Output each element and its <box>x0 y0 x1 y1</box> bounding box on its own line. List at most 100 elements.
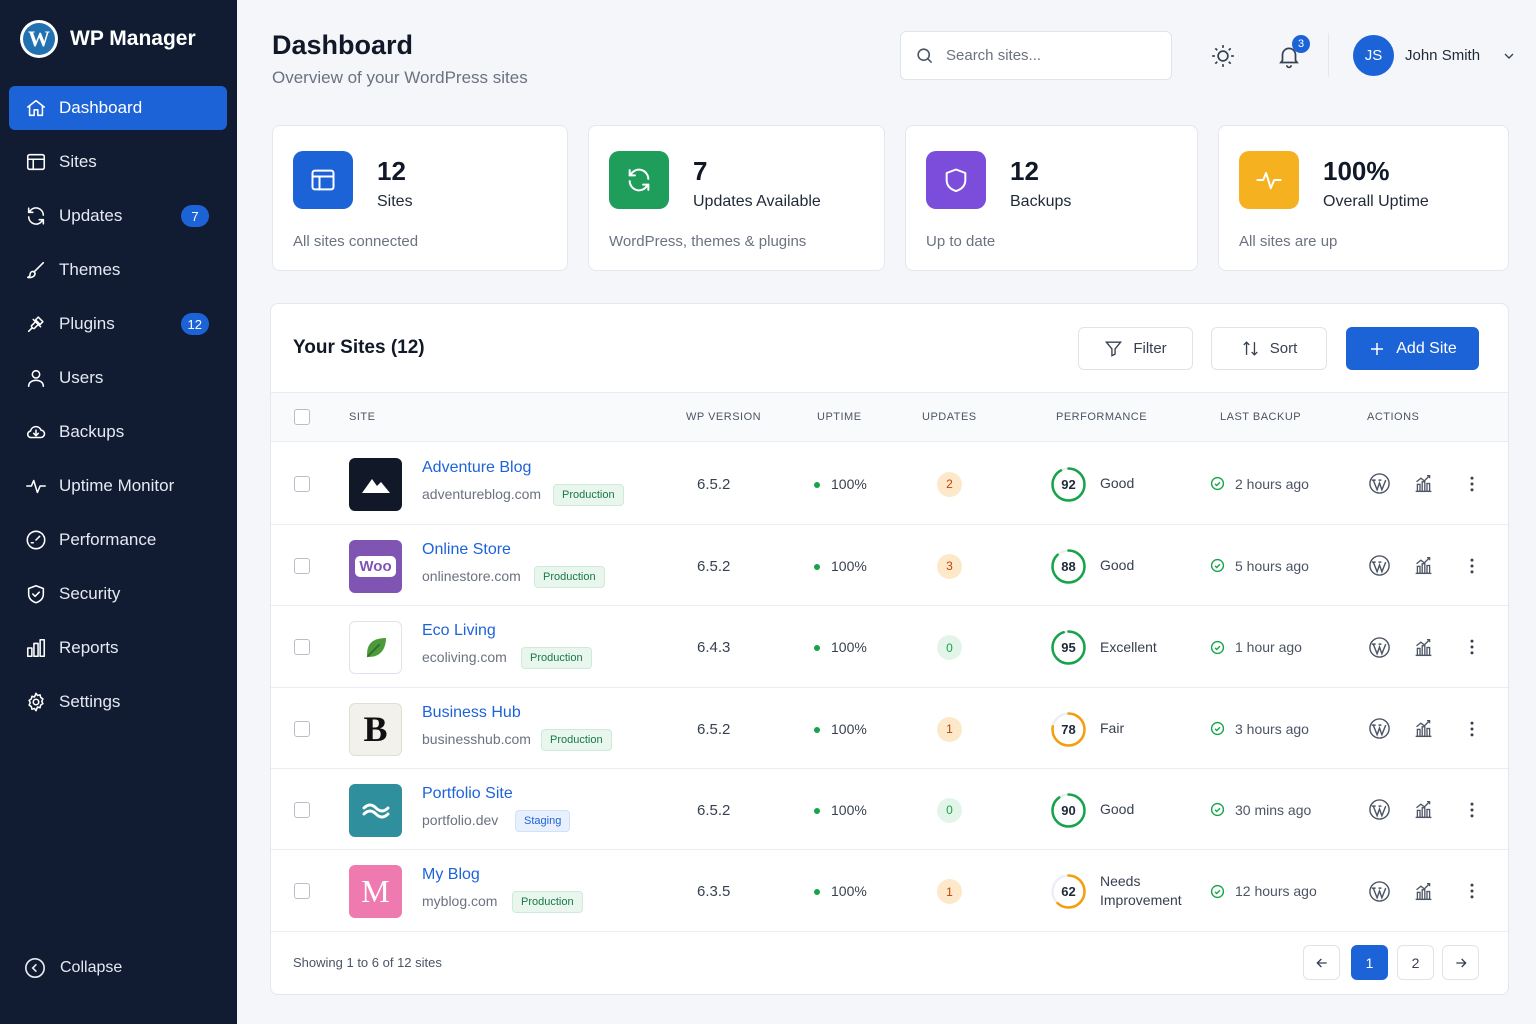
sidebar-item-users[interactable]: Users <box>9 356 227 400</box>
site-stats-button[interactable] <box>1411 472 1435 496</box>
stat-value: 12 <box>1010 156 1039 186</box>
sidebar-item-reports[interactable]: Reports <box>9 626 227 670</box>
last-backup: 12 hours ago <box>1210 883 1317 899</box>
site-stats-button[interactable] <box>1411 635 1435 659</box>
stat-value: 100% <box>1323 156 1390 186</box>
more-options-button[interactable] <box>1460 472 1484 496</box>
sort-button[interactable]: Sort <box>1211 327 1327 370</box>
score-value: 78 <box>1061 721 1076 737</box>
filter-label: Filter <box>1133 340 1167 357</box>
status-dot <box>814 563 820 570</box>
wp-version: 6.5.2 <box>697 475 731 493</box>
performance-rating-wrap: Good <box>1100 556 1134 575</box>
wordpress-icon <box>1368 880 1390 902</box>
gauge-icon <box>26 530 46 550</box>
updates-count-badge[interactable]: 3 <box>937 553 962 579</box>
wp-version: 6.5.2 <box>697 720 731 738</box>
site-name-link[interactable]: Online Store <box>422 541 511 559</box>
collapse-button[interactable]: Collapse <box>24 957 122 979</box>
site-name-link[interactable]: My Blog <box>422 866 480 884</box>
performance-score: 90 <box>1050 792 1087 829</box>
page-button-1[interactable]: 1 <box>1351 945 1388 980</box>
sites-panel-title: Your Sites (12) <box>293 337 425 358</box>
wp-admin-button[interactable] <box>1367 717 1391 741</box>
uptime-text: 100% <box>831 801 867 818</box>
performance-rating-wrap: Good <box>1100 474 1134 493</box>
select-all-checkbox[interactable] <box>294 409 310 425</box>
sidebar-item-sites[interactable]: Sites <box>9 140 227 184</box>
site-stats-button[interactable] <box>1411 717 1435 741</box>
column-header-uptime: UPTIME <box>817 411 862 423</box>
site-name-link[interactable]: Adventure Blog <box>422 459 531 477</box>
page-button-2[interactable]: 2 <box>1397 945 1434 980</box>
search-input[interactable] <box>946 47 1146 64</box>
more-options-button[interactable] <box>1460 554 1484 578</box>
table-row[interactable]: Portfolio Site portfolio.dev Staging 6.5… <box>271 769 1508 850</box>
site-stats-button[interactable] <box>1411 554 1435 578</box>
stat-card-updates-available[interactable]: 7 Updates Available WordPress, themes & … <box>588 125 885 271</box>
updates-count-badge[interactable]: 0 <box>937 635 962 660</box>
theme-toggle-button[interactable] <box>1208 41 1238 71</box>
updates-count-badge[interactable]: 0 <box>937 797 962 823</box>
performance-rating-line: Needs <box>1100 873 1141 889</box>
stat-card-overall-uptime[interactable]: 100% Overall Uptime All sites are up <box>1218 125 1509 271</box>
wp-admin-button[interactable] <box>1367 798 1391 822</box>
updates-count-badge[interactable]: 1 <box>937 716 962 742</box>
add-site-button[interactable]: Add Site <box>1346 327 1479 370</box>
wordpress-logo-icon: W <box>20 20 58 58</box>
wp-version: 6.5.2 <box>697 557 731 575</box>
wp-admin-button[interactable] <box>1367 554 1391 578</box>
site-stats-button[interactable] <box>1411 798 1435 822</box>
table-row[interactable]: Eco Living ecoliving.com Production 6.4.… <box>271 606 1508 688</box>
uptime-value: 100% <box>814 721 867 737</box>
table-row[interactable]: Woo Online Store onlinestore.com Product… <box>271 525 1508 606</box>
site-name-link[interactable]: Eco Living <box>422 622 496 640</box>
sidebar-item-backups[interactable]: Backups <box>9 410 227 454</box>
more-options-button[interactable] <box>1460 879 1484 903</box>
more-options-button[interactable] <box>1460 635 1484 659</box>
brand[interactable]: W WP Manager <box>20 20 196 58</box>
wp-admin-button[interactable] <box>1367 472 1391 496</box>
search-box[interactable] <box>900 31 1172 80</box>
status-dot <box>814 889 820 896</box>
sidebar-item-performance[interactable]: Performance <box>9 518 227 562</box>
table-row[interactable]: B Business Hub businesshub.com Productio… <box>271 688 1508 769</box>
wp-admin-button[interactable] <box>1367 879 1391 903</box>
sidebar-item-settings[interactable]: Settings <box>9 680 227 724</box>
user-menu[interactable]: JS John Smith <box>1353 35 1517 76</box>
sidebar-icon-wrap <box>25 151 47 173</box>
site-name-link[interactable]: Business Hub <box>422 704 521 722</box>
filter-button[interactable]: Filter <box>1078 327 1193 370</box>
sidebar-icon-wrap <box>25 475 47 497</box>
more-options-button[interactable] <box>1460 717 1484 741</box>
site-stats-button[interactable] <box>1411 879 1435 903</box>
site-name-link[interactable]: Portfolio Site <box>422 785 513 803</box>
table-row[interactable]: M My Blog myblog.com Production 6.3.5 10… <box>271 850 1508 932</box>
sidebar-badge-plugins: 12 <box>180 313 209 335</box>
next-page-button[interactable] <box>1442 945 1479 980</box>
updates-count-badge[interactable]: 2 <box>937 471 962 497</box>
last-backup: 30 mins ago <box>1210 802 1311 818</box>
table-row[interactable]: Adventure Blog adventureblog.com Product… <box>271 442 1508 525</box>
sidebar-item-dashboard[interactable]: Dashboard <box>9 86 227 130</box>
column-header-wp-version: WP VERSION <box>686 411 762 423</box>
check-circle-icon <box>1210 640 1225 654</box>
sidebar-item-updates[interactable]: Updates 7 <box>9 194 227 238</box>
last-backup: 2 hours ago <box>1210 476 1309 492</box>
stat-card-sites[interactable]: 12 Sites All sites connected <box>272 125 568 271</box>
stat-card-backups[interactable]: 12 Backups Up to date <box>905 125 1198 271</box>
notifications-button[interactable]: 3 <box>1274 35 1310 71</box>
prev-page-button[interactable] <box>1303 945 1340 980</box>
site-url: ecoliving.com <box>422 649 507 665</box>
last-backup-text: 30 mins ago <box>1235 801 1312 818</box>
site-url: portfolio.dev <box>422 811 499 828</box>
updates-count-badge[interactable]: 1 <box>937 879 962 904</box>
more-options-button[interactable] <box>1460 798 1484 822</box>
sidebar-item-themes[interactable]: Themes <box>9 248 227 292</box>
wp-admin-button[interactable] <box>1367 635 1391 659</box>
sidebar-item-security[interactable]: Security <box>9 572 227 616</box>
sidebar-item-plugins[interactable]: Plugins 12 <box>9 302 227 346</box>
notification-count-badge: 3 <box>1292 35 1310 53</box>
bar-chart-icon <box>26 638 46 658</box>
sidebar-item-uptime-monitor[interactable]: Uptime Monitor <box>9 464 227 508</box>
